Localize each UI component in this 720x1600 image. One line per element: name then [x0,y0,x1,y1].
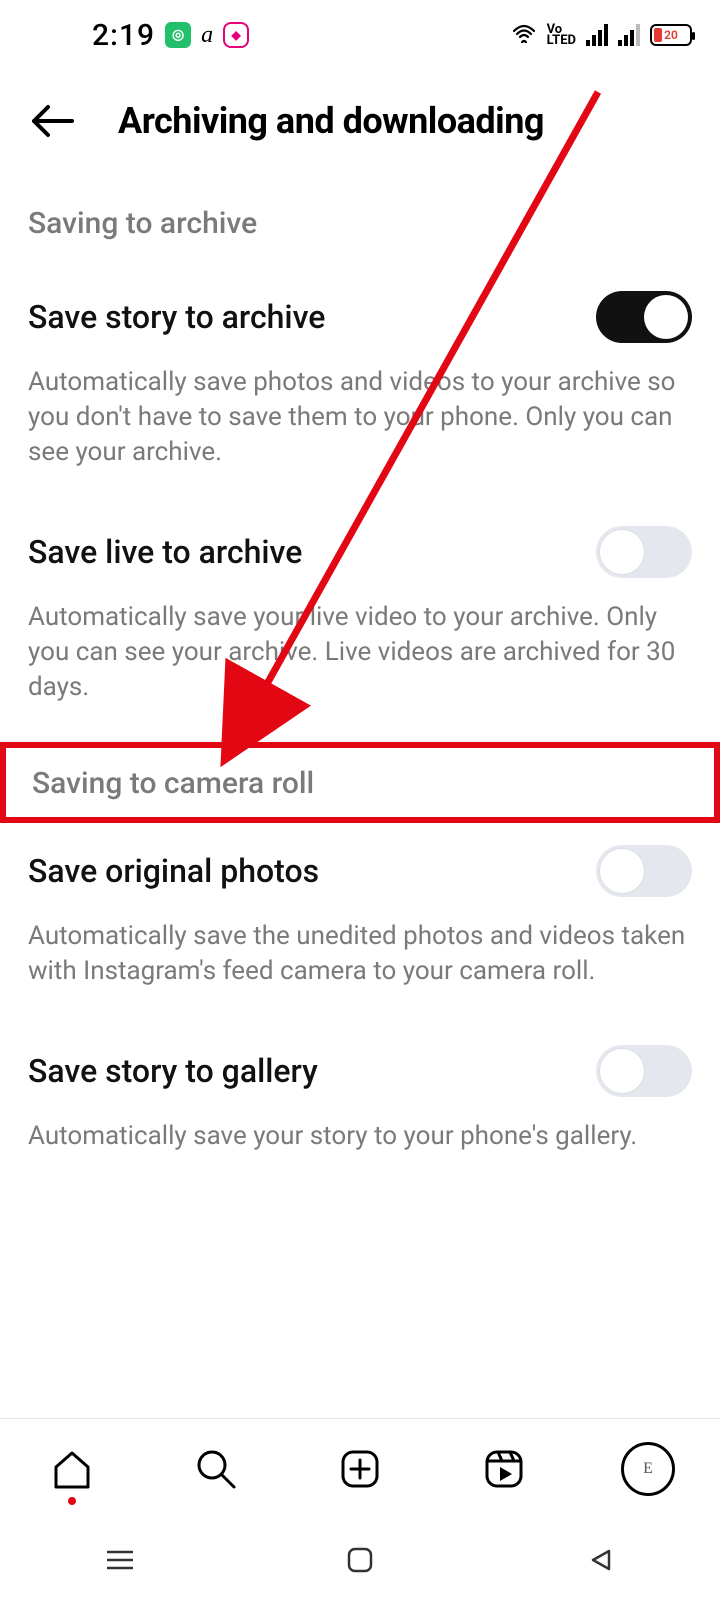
status-app-icon-2: a [201,22,213,49]
page-title: Archiving and downloading [118,100,692,142]
sys-home[interactable] [340,1540,380,1580]
setting-label: Save story to archive [28,298,325,336]
status-time: 2:19 [92,18,155,53]
battery-indicator: 20 [650,24,692,46]
back-button[interactable] [28,101,88,141]
status-right: VoLTED 20 [511,21,692,49]
bottom-nav: E [0,1418,720,1518]
signal-bars-1 [586,24,608,46]
nav-create[interactable] [330,1439,390,1499]
nav-active-dot [68,1497,76,1505]
signal-bars-2 [618,24,640,46]
setting-save-live-archive: Save live to archive [28,504,692,586]
volte-indicator: VoLTED [547,24,576,46]
setting-label: Save story to gallery [28,1052,318,1090]
settings-content: Saving to archive Save story to archive … [0,206,720,1154]
avatar: E [621,1442,675,1496]
annotation-highlight-box: Saving to camera roll [0,742,720,823]
setting-desc: Automatically save the unedited photos a… [28,919,692,989]
status-bar: 2:19 ◎ a ◆ VoLTED 20 [0,0,720,70]
setting-desc: Automatically save your live video to yo… [28,600,692,705]
wifi-icon [511,21,537,49]
nav-home[interactable] [42,1439,102,1499]
page-header: Archiving and downloading [0,70,720,182]
toggle-save-story-archive[interactable] [596,291,692,343]
nav-search[interactable] [186,1439,246,1499]
setting-label: Save live to archive [28,533,302,571]
toggle-save-story-gallery[interactable] [596,1045,692,1097]
section-saving-to-camera-roll: Saving to camera roll [32,766,688,801]
setting-label: Save original photos [28,852,319,890]
status-app-icon-1: ◎ [165,22,191,48]
setting-save-original-photos: Save original photos [28,823,692,905]
sys-back[interactable] [580,1540,620,1580]
nav-profile[interactable]: E [618,1439,678,1499]
battery-percent: 20 [652,28,690,42]
status-left: 2:19 ◎ a ◆ [92,18,249,53]
status-app-icon-3: ◆ [223,22,249,48]
setting-desc: Automatically save photos and videos to … [28,365,692,470]
toggle-save-live-archive[interactable] [596,526,692,578]
setting-save-story-archive: Save story to archive [28,269,692,351]
system-nav [0,1520,720,1600]
setting-save-story-gallery: Save story to gallery [28,1023,692,1105]
setting-desc: Automatically save your story to your ph… [28,1119,692,1154]
toggle-save-original-photos[interactable] [596,845,692,897]
section-saving-to-archive: Saving to archive [28,206,692,241]
sys-recent[interactable] [100,1540,140,1580]
nav-reels[interactable] [474,1439,534,1499]
